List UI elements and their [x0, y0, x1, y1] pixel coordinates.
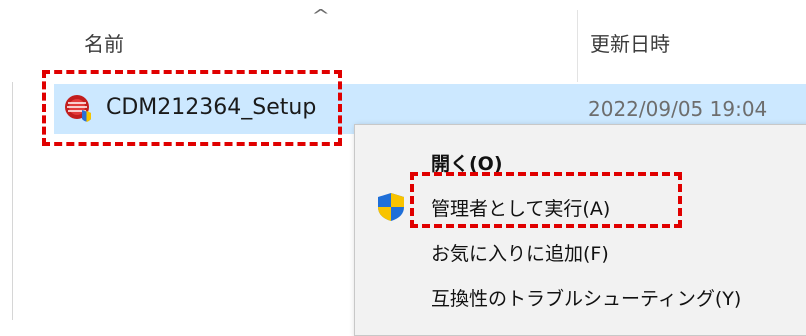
column-header-date-label: 更新日時: [590, 32, 670, 56]
sort-ascending-icon: ^: [311, 6, 331, 25]
menu-item-troubleshoot-compatibility[interactable]: 互換性のトラブルシューティング(Y): [355, 274, 806, 318]
annotation-highlight-file: [42, 70, 342, 146]
menu-item-troubleshoot-compatibility-label: 互換性のトラブルシューティング(Y): [431, 288, 742, 310]
annotation-highlight-run-as-admin: [410, 172, 682, 228]
menu-item-add-to-favorites[interactable]: お気に入りに追加(F): [355, 229, 806, 273]
menu-item-add-to-favorites-label: お気に入りに追加(F): [431, 243, 609, 265]
column-header-name-label: 名前: [84, 32, 124, 56]
uac-shield-icon: [378, 193, 404, 221]
column-header-date[interactable]: 更新日時: [578, 0, 806, 82]
file-modified-date: 2022/09/05 19:04: [588, 97, 768, 121]
context-menu: 開く(O) 管理者として実行(A) お気に入りに追加(F) 互換性のトラブルシュ…: [354, 124, 806, 336]
